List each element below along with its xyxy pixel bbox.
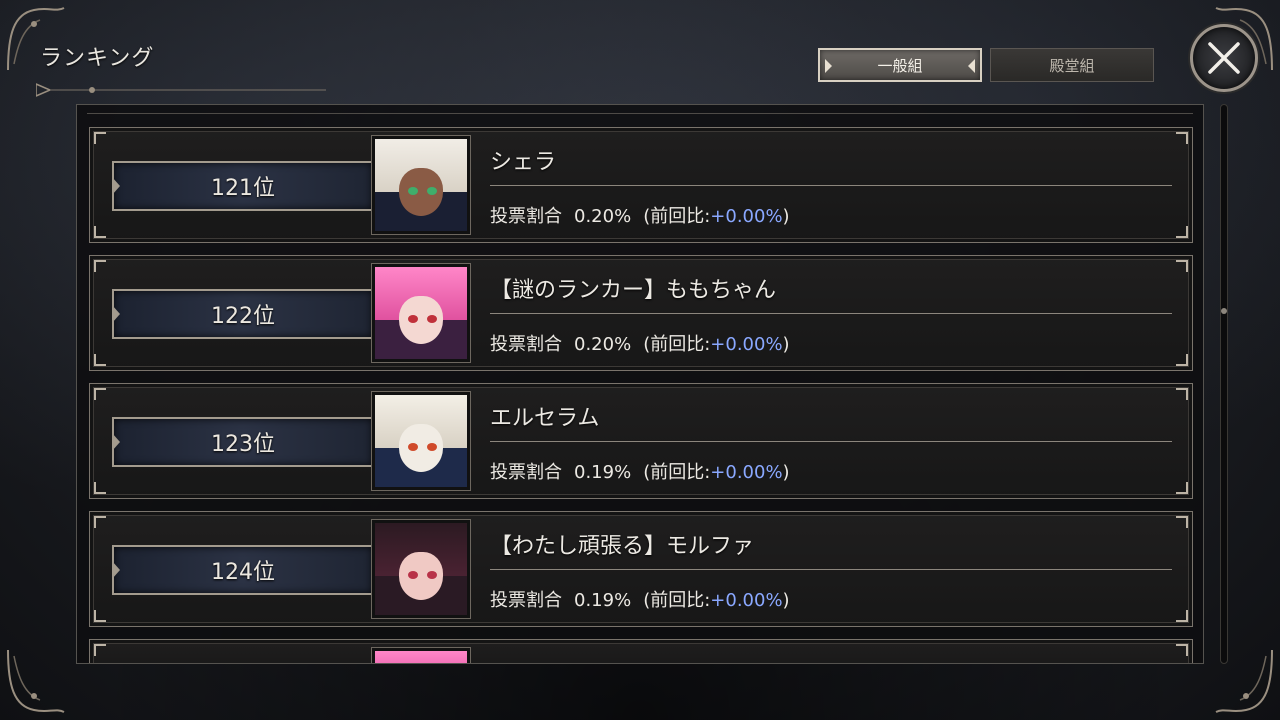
previous-compare-suffix: ) [782,334,790,355]
name-divider [490,441,1172,442]
ranking-row[interactable]: 124位 【わたし頑張る】モルファ 投票割合 0.19% (前回比:+0.00%) [89,511,1193,627]
title-divider [36,83,326,97]
character-name: 【謎のランカー】ももちゃん [490,278,777,303]
vote-share-line: 投票割合 0.19% (前回比:+0.00%) [490,458,790,484]
vote-share-label: 投票割合 [490,590,562,611]
ranking-row[interactable]: 123位 エルセラム 投票割合 0.19% (前回比:+0.00%) [89,383,1193,499]
rank-plate: 122位 [112,289,382,339]
ranking-row[interactable]: 121位 シェラ 投票割合 0.20% (前回比:+0.00%) [89,127,1193,243]
vote-share-label: 投票割合 [490,334,562,355]
ranking-list[interactable]: 121位 シェラ 投票割合 0.20% (前回比:+0.00%) 122位 【謎… [76,104,1204,664]
character-name: シェラ [490,150,557,175]
character-portrait [371,391,471,491]
character-portrait [371,135,471,235]
rank-plate: 121位 [112,161,382,211]
scroll-thumb[interactable] [1221,308,1227,314]
previous-compare-suffix: ) [782,206,790,227]
previous-compare-prefix: (前回比: [643,462,711,483]
name-divider [490,313,1172,314]
character-portrait [371,263,471,363]
vote-share-value: 0.19% [574,462,632,483]
tab-general[interactable]: 一般組 [818,48,982,82]
close-icon [1208,42,1240,74]
tab-hall-of-fame-label: 殿堂組 [1049,56,1095,75]
previous-compare-suffix: ) [782,590,790,611]
tab-arrow-right-icon [968,59,975,73]
vote-share-line: 投票割合 0.19% (前回比:+0.00%) [490,586,790,612]
character-portrait [371,519,471,619]
previous-compare-prefix: (前回比: [643,334,711,355]
vote-share-value: 0.19% [574,590,632,611]
page-title: ランキング [40,46,155,71]
vote-share-label: 投票割合 [490,206,562,227]
previous-compare-suffix: ) [782,462,790,483]
close-button[interactable] [1190,24,1258,92]
vote-share-line: 投票割合 0.20% (前回比:+0.00%) [490,330,790,356]
vote-delta: +0.00% [710,206,783,227]
vote-share-value: 0.20% [574,206,632,227]
previous-compare-prefix: (前回比: [643,206,711,227]
tab-general-label: 一般組 [877,56,923,75]
rank-plate: 124位 [112,545,382,595]
name-divider [490,185,1172,186]
name-divider [490,569,1172,570]
ranking-row[interactable] [89,639,1193,663]
corner-ornament [1206,646,1276,716]
ranking-row[interactable]: 122位 【謎のランカー】ももちゃん 投票割合 0.20% (前回比:+0.00%) [89,255,1193,371]
rank-plate: 123位 [112,417,382,467]
character-name: 【わたし頑張る】モルファ [490,534,755,559]
scrollbar[interactable] [1220,104,1228,664]
tab-arrow-left-icon [825,59,832,73]
corner-ornament [4,646,74,716]
group-tabs: 一般組 殿堂組 [818,48,1154,82]
character-portrait [371,647,471,663]
vote-delta: +0.00% [710,462,783,483]
character-name: エルセラム [490,406,600,431]
vote-delta: +0.00% [710,590,783,611]
vote-share-line: 投票割合 0.20% (前回比:+0.00%) [490,202,790,228]
vote-share-label: 投票割合 [490,462,562,483]
previous-compare-prefix: (前回比: [643,590,711,611]
tab-hall-of-fame[interactable]: 殿堂組 [990,48,1154,82]
vote-share-value: 0.20% [574,334,632,355]
vote-delta: +0.00% [710,334,783,355]
